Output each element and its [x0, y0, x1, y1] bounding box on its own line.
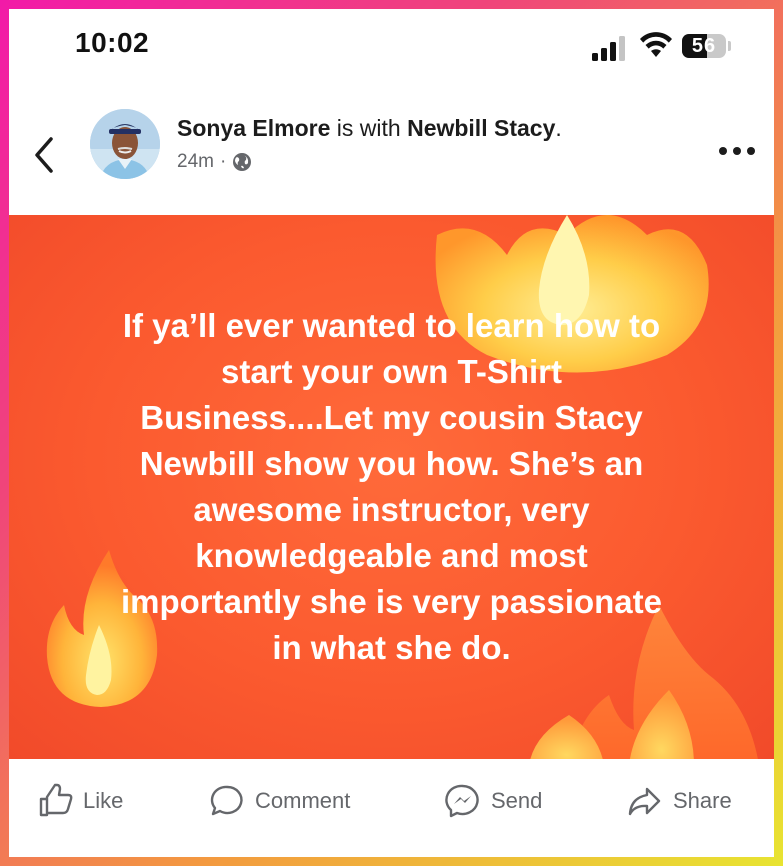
post-meta: 24m ·	[177, 151, 252, 173]
back-button[interactable]	[31, 133, 59, 177]
share-label: Share	[673, 788, 732, 813]
post-body: If ya’ll ever wanted to learn how to sta…	[9, 215, 774, 759]
meta-separator: ·	[219, 151, 227, 172]
comment-button[interactable]: Comment	[209, 781, 350, 821]
author-name[interactable]: Sonya Elmore	[177, 115, 330, 141]
status-bar: 10:02 56	[9, 9, 774, 89]
send-label: Send	[491, 788, 543, 813]
phone-screen: 10:02 56 Sonya Elmore is with Newbill St…	[9, 9, 774, 857]
share-button[interactable]: Share	[627, 781, 732, 821]
post-time[interactable]: 24m	[177, 151, 214, 173]
battery-icon: 56	[682, 34, 726, 58]
battery-level: 56	[691, 35, 717, 57]
share-arrow-icon	[628, 787, 661, 816]
wifi-icon	[640, 32, 672, 57]
avatar-photo	[90, 109, 160, 179]
comment-bubble-icon	[210, 785, 243, 816]
tagged-name[interactable]: Newbill Stacy	[407, 115, 555, 141]
comment-label: Comment	[255, 788, 351, 813]
battery-tip	[728, 41, 731, 51]
thumbs-up-icon	[39, 783, 73, 817]
post-header: Sonya Elmore is with Newbill Stacy. 24m …	[9, 97, 774, 215]
status-time: 10:02	[75, 27, 150, 58]
like-button[interactable]: Like	[37, 781, 123, 821]
globe-icon	[233, 153, 252, 171]
post-text: If ya’ll ever wanted to learn how to sta…	[120, 307, 663, 666]
messenger-icon	[445, 784, 479, 818]
post-action-bar: Like Comment Send Share	[9, 759, 774, 857]
like-label: Like	[83, 788, 124, 813]
author-line-period: .	[555, 115, 562, 141]
send-button[interactable]: Send	[445, 781, 542, 821]
with-text: is with	[336, 115, 401, 141]
author-avatar[interactable]	[90, 109, 160, 179]
cellular-signal-icon	[592, 36, 625, 61]
more-options-button[interactable]	[717, 141, 757, 161]
author-line: Sonya Elmore is with Newbill Stacy.	[177, 115, 562, 142]
